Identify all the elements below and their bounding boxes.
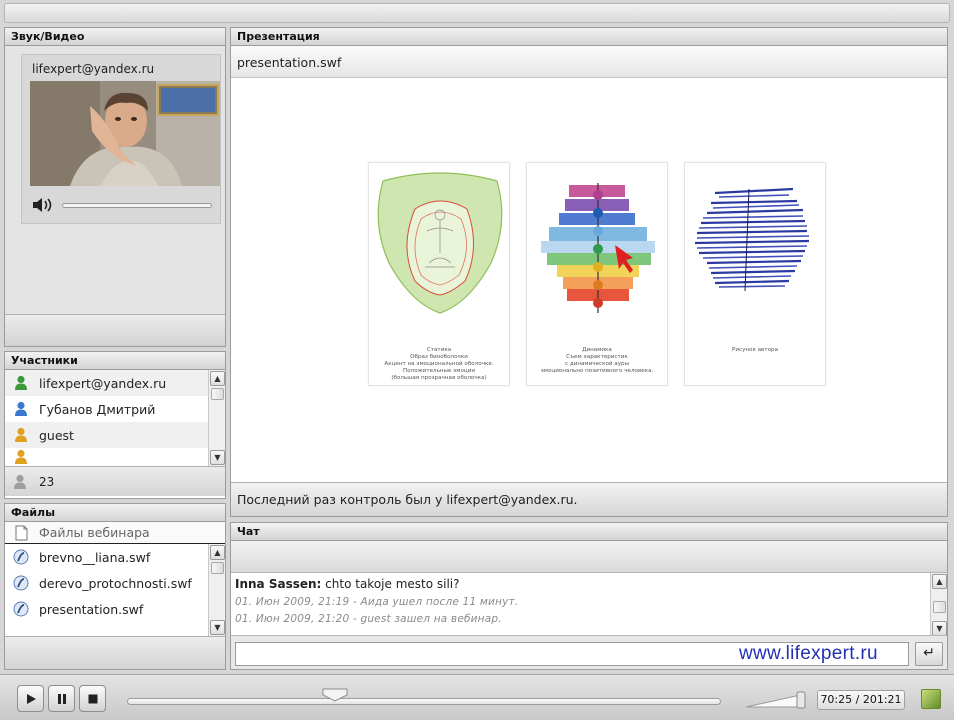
audio-video-panel: Звук/Видео lifexpert@yandex.ru (4, 27, 226, 347)
slide-author-drawing: Рисунок автора (684, 162, 826, 386)
file-name: presentation.swf (39, 601, 144, 617)
participant-name: Губанов Дмитрий (39, 401, 156, 417)
participant-row[interactable]: lifexpert@yandex.ru (5, 370, 225, 396)
speaker-icon[interactable] (32, 197, 56, 213)
participant-name: lifexpert@yandex.ru (39, 375, 167, 391)
chat-message-author: Inna Sassen: (235, 577, 322, 591)
scroll-down-button[interactable]: ▼ (210, 450, 225, 465)
stop-button[interactable] (79, 685, 106, 712)
files-list: Файлы вебинара brevno__liana.swf derevo_… (5, 522, 225, 636)
swf-file-icon (11, 601, 31, 617)
user-icon (11, 401, 31, 417)
file-row[interactable]: presentation.swf (5, 596, 225, 622)
return-arrow-icon: ↵ (923, 645, 935, 661)
slide-caption: Рисунок автора (731, 347, 778, 353)
participants-list: lifexpert@yandex.ru Губанов Дмитрий gues… (5, 370, 225, 466)
chat-system-message: 01. Июн 2009, 21:19 - Аида ушел после 11… (235, 596, 519, 608)
slide-aura-static: Статика Образ биооболочки Акцент на эмоц… (368, 162, 510, 386)
files-scrollbar[interactable]: ▲ ▼ (208, 544, 225, 636)
send-message-button[interactable]: ↵ (915, 642, 943, 666)
guest-user-icon (11, 449, 31, 465)
chat-message-text: chto takoje mesto sili? (325, 577, 460, 591)
chat-message: Inna Sassen: chto takoje mesto sili? (235, 577, 460, 591)
volume-slider[interactable] (62, 203, 212, 208)
play-icon (26, 693, 36, 704)
participant-row[interactable]: Губанов Дмитрий (5, 396, 225, 422)
chat-title: Чат (231, 523, 947, 541)
top-toolbar (4, 3, 950, 23)
slide-caption: Статика Образ биооболочки Акцент на эмоц… (384, 347, 494, 381)
file-row[interactable]: derevo_protochnosti.swf (5, 570, 225, 596)
seek-slider[interactable] (127, 698, 721, 705)
play-button[interactable] (17, 685, 44, 712)
participants-count: 23 (39, 474, 55, 489)
webcam-volume (30, 197, 220, 213)
volume-thumb (796, 691, 806, 709)
presentation-filename: presentation.swf (231, 46, 947, 78)
pause-button[interactable] (48, 685, 75, 712)
presentation-control-status: Последний раз контроль был у lifexpert@y… (231, 482, 947, 516)
webcam-card: lifexpert@yandex.ru (21, 54, 221, 224)
scroll-down-button[interactable]: ▼ (210, 620, 225, 635)
pause-icon (57, 693, 66, 704)
files-header-label: Файлы вебинара (39, 525, 150, 540)
participants-scrollbar[interactable]: ▲ ▼ (208, 370, 225, 466)
participants-count-icon (13, 474, 27, 490)
slide-aura-dynamic: Динамика Съем характеристик с динамическ… (526, 162, 668, 386)
participants-footer: 23 (5, 466, 225, 496)
chat-system-message: 01. Июн 2009, 21:20 - guest зашел на веб… (235, 613, 502, 625)
chat-toolbar (231, 541, 947, 573)
guest-user-icon (11, 427, 31, 443)
presentation-panel: Презентация presentation.swf Статика Обр… (230, 27, 948, 517)
presenter-user-icon (11, 375, 31, 391)
files-title: Файлы (5, 504, 225, 522)
chat-log: Inna Sassen: chto takoje mesto sili? 01.… (231, 573, 947, 637)
scroll-thumb[interactable] (933, 601, 946, 613)
file-name: derevo_protochnosti.swf (39, 575, 192, 591)
audio-video-footer (5, 314, 225, 346)
file-row[interactable]: brevno__liana.swf (5, 544, 225, 570)
webcam-username: lifexpert@yandex.ru (32, 62, 155, 76)
scroll-down-button[interactable]: ▼ (932, 621, 947, 636)
scroll-up-button[interactable]: ▲ (210, 545, 225, 560)
scroll-up-button[interactable]: ▲ (932, 574, 947, 589)
scroll-thumb[interactable] (211, 388, 224, 400)
swf-file-icon (11, 575, 31, 591)
scroll-thumb[interactable] (211, 562, 224, 574)
chat-scrollbar[interactable]: ▲ ▼ (930, 573, 947, 637)
presentation-title: Презентация (231, 28, 947, 46)
participants-title: Участники (5, 352, 225, 370)
master-volume-slider[interactable] (745, 691, 809, 709)
files-footer (5, 636, 225, 669)
participant-row-partial (5, 448, 225, 466)
files-header-row[interactable]: Файлы вебинара (5, 522, 225, 544)
file-name: brevno__liana.swf (39, 549, 151, 565)
swf-file-icon (11, 549, 31, 565)
slide-caption: Динамика Съем характеристик с динамическ… (540, 347, 654, 374)
webcam-video (30, 81, 220, 186)
files-panel: Файлы Файлы вебинара brevno__liana.swf d… (4, 503, 226, 670)
document-icon (11, 525, 31, 541)
app-logo-icon[interactable] (921, 689, 941, 709)
timecode-display: 70:25 / 201:21 (817, 690, 905, 710)
audio-video-body: lifexpert@yandex.ru (5, 46, 225, 346)
audio-video-title: Звук/Видео (5, 28, 225, 46)
stop-icon (88, 694, 97, 703)
participants-panel: Участники lifexpert@yandex.ru Губанов Дм… (4, 351, 226, 499)
participant-row[interactable]: guest (5, 422, 225, 448)
seek-slider-thumb[interactable] (322, 688, 348, 702)
participant-name: guest (39, 427, 74, 443)
slide-area: Статика Образ биооболочки Акцент на эмоц… (231, 78, 947, 484)
scroll-up-button[interactable]: ▲ (210, 371, 225, 386)
playback-bar: 70:25 / 201:21 (0, 674, 954, 720)
watermark: www.lifexpert.ru (739, 643, 878, 664)
